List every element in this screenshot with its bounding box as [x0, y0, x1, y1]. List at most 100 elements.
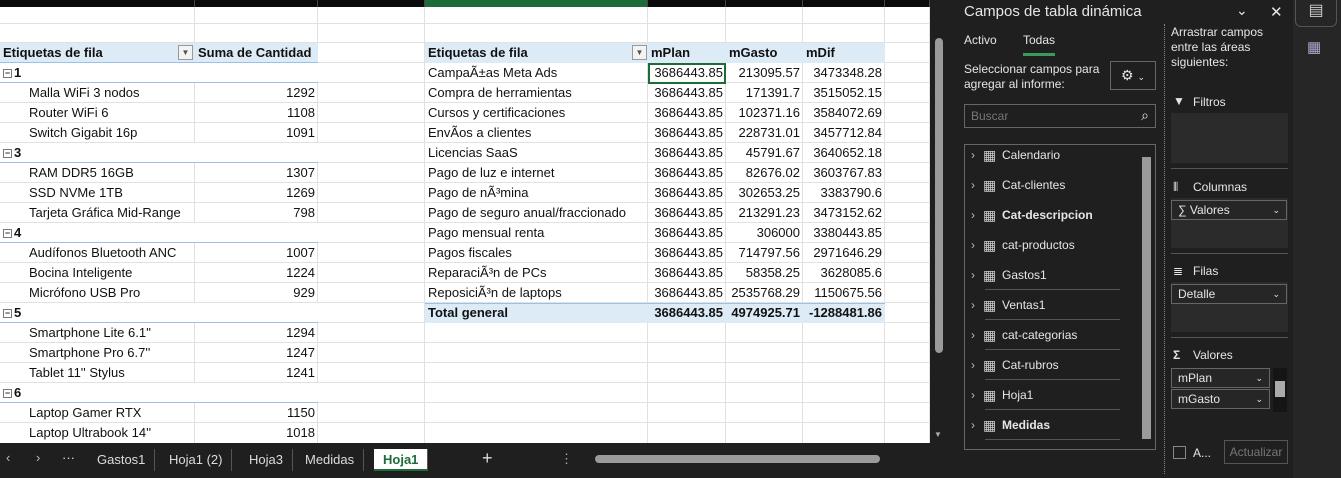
columns-item[interactable]: ∑ Valores ⌄: [1171, 200, 1287, 220]
field-item[interactable]: › ▦ cat-categorias: [965, 320, 1125, 350]
item-value: 929: [293, 285, 315, 300]
collapse-icon[interactable]: −: [3, 389, 12, 399]
field-name: Cat-descripcion: [1002, 208, 1093, 222]
field-item[interactable]: › ▦ Plan: [965, 440, 1125, 449]
item-label: Bocina Inteligente: [29, 265, 133, 280]
field-name: Hoja1: [1002, 388, 1034, 402]
item-label: Laptop Gamer RTX: [29, 405, 142, 420]
rows-area[interactable]: Detalle ⌄: [1171, 282, 1288, 332]
collapse-icon[interactable]: −: [3, 149, 12, 159]
collapse-icon[interactable]: −: [3, 229, 12, 239]
field-item[interactable]: › ▦ Cat-rubros: [965, 350, 1125, 380]
chevron-right-icon[interactable]: ›: [971, 260, 975, 290]
sheet-tab[interactable]: Hoja1: [374, 449, 429, 471]
values-item-mgasto[interactable]: mGasto ⌄: [1171, 389, 1270, 409]
sheet-tab[interactable]: Medidas: [296, 449, 365, 471]
field-name: cat-categorias: [1002, 328, 1078, 342]
rows-item[interactable]: Detalle ⌄: [1171, 284, 1287, 304]
field-item[interactable]: › ▦ Cat-descripcion: [965, 200, 1125, 230]
field-item[interactable]: › ▦ Hoja1: [965, 380, 1125, 410]
group-label[interactable]: −5: [0, 303, 195, 323]
chevron-right-icon[interactable]: ›: [971, 320, 975, 350]
chevron-right-icon[interactable]: ›: [971, 200, 975, 230]
sheet-tab[interactable]: Hoja3: [240, 449, 293, 471]
defer-update-checkbox[interactable]: [1173, 446, 1186, 459]
value-cell: 3686443.85: [654, 145, 723, 160]
chevron-right-icon[interactable]: ›: [971, 440, 975, 449]
group-label[interactable]: −1: [0, 63, 195, 83]
worksheet-grid[interactable]: Etiquetas de fila ▼ Suma de Cantidad −1 Mall…: [0, 0, 930, 443]
chevron-right-icon[interactable]: ›: [971, 230, 975, 260]
field-list-icon[interactable]: ▤: [1295, 0, 1337, 27]
item-value: 1108: [287, 105, 315, 120]
tab-todas[interactable]: Todas: [1023, 33, 1056, 56]
group-label[interactable]: −4: [0, 223, 195, 243]
filters-area[interactable]: [1171, 113, 1288, 163]
chevron-right-icon[interactable]: ›: [971, 380, 975, 410]
row-label: Pago de seguro anual/fraccionado: [428, 205, 627, 220]
column-header[interactable]: [0, 0, 195, 7]
chevron-down-icon[interactable]: ⌄: [1236, 2, 1248, 19]
value-cell: 3473152.62: [813, 205, 882, 220]
more-sheets-button[interactable]: ···: [62, 450, 75, 465]
tab-splitter-handle[interactable]: ⋮: [560, 451, 573, 467]
update-button[interactable]: Actualizar: [1224, 440, 1288, 464]
next-sheet-icon[interactable]: ›: [36, 450, 40, 465]
chevron-right-icon[interactable]: ›: [971, 350, 975, 380]
value-cell: 3640652.18: [813, 145, 882, 160]
column-header[interactable]: [318, 0, 425, 7]
column-header[interactable]: [726, 0, 803, 7]
gear-icon[interactable]: ⚙ ⌄: [1110, 61, 1156, 90]
horizontal-scrollbar[interactable]: [585, 453, 925, 465]
field-item[interactable]: › ▦ Cat-clientes: [965, 170, 1125, 200]
column-header[interactable]: [195, 0, 318, 7]
sheet-tab[interactable]: Hoja1 (2): [160, 449, 233, 471]
row-label: Compra de herramientas: [428, 85, 572, 100]
table-icon: ▦: [983, 207, 997, 223]
item-label: Tablet 11'' Stylus: [29, 365, 125, 380]
values-item-mplan[interactable]: mPlan ⌄: [1171, 368, 1270, 388]
sheet-tab[interactable]: Gastos1: [88, 449, 156, 471]
value-cell: 3686443.85: [654, 265, 723, 280]
chevron-right-icon[interactable]: ›: [971, 145, 975, 170]
close-icon[interactable]: ✕: [1270, 3, 1283, 21]
field-item[interactable]: › ▦ Medidas: [965, 410, 1125, 440]
value-cell: 3686443.85: [654, 225, 723, 240]
field-list-scrollbar[interactable]: [1142, 157, 1151, 439]
column-header[interactable]: [803, 0, 885, 7]
search-input[interactable]: [965, 105, 1125, 127]
item-value: 1247: [286, 345, 315, 360]
filter-dropdown-button[interactable]: ▼: [178, 45, 193, 60]
field-item[interactable]: › ▦ Ventas1: [965, 290, 1125, 320]
item-label: Laptop Ultrabook 14'': [29, 425, 152, 440]
tab-activo[interactable]: Activo: [964, 33, 997, 47]
values-scrollbar[interactable]: [1273, 368, 1287, 412]
field-item[interactable]: › ▦ Calendario: [965, 145, 1125, 170]
filter-dropdown-button[interactable]: ▼: [632, 45, 647, 60]
column-header[interactable]: [885, 0, 930, 7]
field-item[interactable]: › ▦ cat-productos: [965, 230, 1125, 260]
item-value: 1292: [286, 85, 315, 100]
vertical-scrollbar[interactable]: ▼: [930, 0, 950, 443]
group-label[interactable]: −6: [0, 383, 195, 403]
value-cell: 306000: [756, 225, 800, 240]
collapse-icon[interactable]: −: [3, 69, 12, 79]
gridline: [0, 23, 930, 24]
field-item[interactable]: › ▦ Gastos1: [965, 260, 1125, 290]
chevron-right-icon[interactable]: ›: [971, 410, 975, 440]
value-cell: 102371.16: [738, 105, 800, 120]
group-label[interactable]: −3: [0, 143, 195, 163]
collapse-icon[interactable]: −: [3, 309, 12, 319]
add-sheet-button[interactable]: +: [482, 448, 493, 469]
chevron-right-icon[interactable]: ›: [971, 290, 975, 320]
prev-sheet-icon[interactable]: ‹: [6, 450, 10, 465]
chevron-right-icon[interactable]: ›: [971, 170, 975, 200]
columns-area[interactable]: ∑ Valores ⌄: [1171, 198, 1288, 248]
pivot-layout-icon[interactable]: ▦: [1307, 38, 1321, 56]
column-header[interactable]: [648, 0, 726, 7]
item-value: 798: [293, 205, 315, 220]
active-cell-cursor: [648, 63, 726, 84]
search-icon[interactable]: ⌕: [1141, 107, 1149, 124]
value-cell: 3380443.85: [813, 225, 882, 240]
column-header[interactable]: [425, 0, 648, 7]
